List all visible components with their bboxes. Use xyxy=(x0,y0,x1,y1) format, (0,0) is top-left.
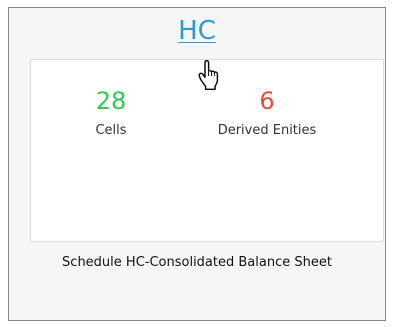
schedule-description: Schedule HC-Consolidated Balance Sheet xyxy=(62,255,332,270)
derived-entities-count: 6 xyxy=(259,87,275,115)
derived-entities-label: Derived Enities xyxy=(217,123,317,138)
derived-entities-metric: 6 Derived Enities xyxy=(197,86,337,140)
cells-label: Cells xyxy=(95,123,127,138)
schedule-title-link[interactable]: HC xyxy=(9,16,385,46)
cells-count: 28 xyxy=(95,87,127,115)
schedule-card[interactable]: HC 28 Cells 6 Derived Enities Schedule H… xyxy=(8,7,386,321)
cells-metric: 28 Cells xyxy=(41,86,181,140)
